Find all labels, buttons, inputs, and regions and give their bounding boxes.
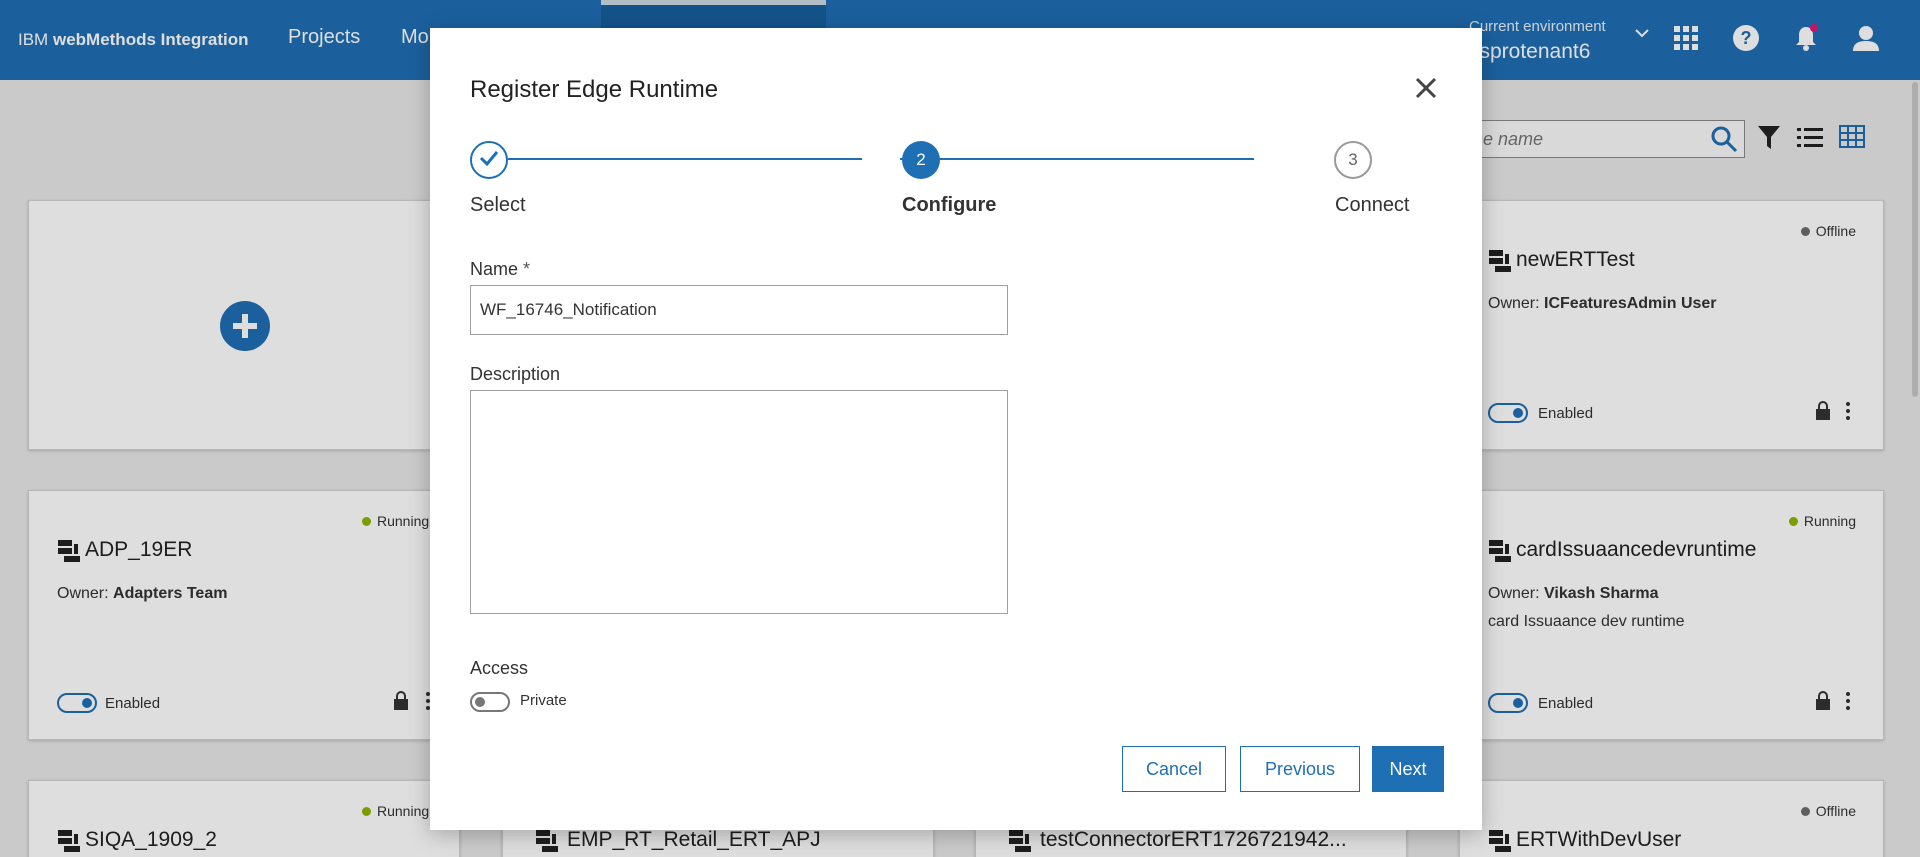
checkmark-icon [479,150,499,171]
close-icon[interactable] [1412,74,1440,102]
step-connect[interactable]: 3 [1334,141,1372,179]
description-label: Description [470,364,561,384]
step-connector [508,158,862,160]
step-select[interactable] [470,141,508,179]
access-toggle[interactable] [470,692,510,712]
step-connector [900,158,1254,160]
dialog-title: Register Edge Runtime [470,76,719,103]
register-edge-runtime-dialog: Register Edge Runtime 2 3 Select Configu… [430,28,1482,830]
step-label-connect: Connect [1335,194,1410,216]
step-label-configure: Configure [902,194,997,216]
cancel-button[interactable]: Cancel [1122,746,1226,792]
description-field[interactable] [470,390,1008,614]
step-configure[interactable]: 2 [902,141,940,179]
name-label: Name * [470,259,530,280]
access-value: Private [520,692,567,709]
next-button[interactable]: Next [1372,746,1444,792]
name-label-text: Name [470,259,519,279]
required-mark: * [523,259,531,279]
name-field[interactable] [470,285,1008,335]
step-label-select: Select [470,194,526,216]
access-label: Access [470,658,529,678]
previous-button[interactable]: Previous [1240,746,1360,792]
